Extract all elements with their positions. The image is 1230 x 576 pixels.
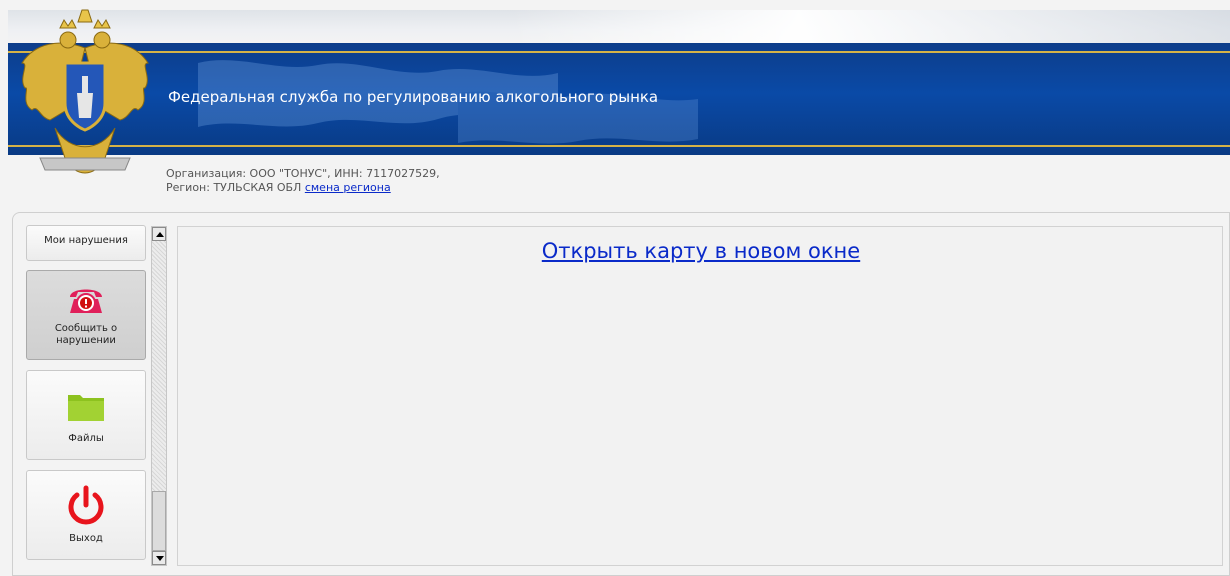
sidebar-item-logout[interactable]: Выход: [26, 470, 146, 560]
sidebar-item-report-violation[interactable]: Сообщить о нарушении: [26, 270, 146, 360]
sidebar-item-label: Мои нарушения: [44, 235, 128, 246]
organization-info: Организация: ООО "ТОНУС", ИНН: 711702752…: [166, 167, 440, 195]
sidebar-item-label: Сообщить о нарушении: [54, 323, 118, 346]
sidebar: Мои нарушения Сообщить о нарушении Файлы…: [26, 225, 147, 565]
arrow-up-icon: [156, 232, 164, 237]
arrow-down-icon: [156, 556, 164, 561]
header-banner: Федеральная служба по регулированию алко…: [8, 43, 1230, 155]
coat-of-arms-emblem: [21, 9, 149, 174]
change-region-link[interactable]: смена региона: [305, 181, 391, 194]
map-link-container: Открыть карту в новом окне: [178, 239, 1224, 263]
sidebar-scrollbar[interactable]: [151, 226, 167, 566]
sidebar-item-label: Выход: [69, 533, 103, 544]
region-line: Регион: ТУЛЬСКАЯ ОБЛ смена региона: [166, 181, 440, 195]
banner-gold-line-bottom: [8, 145, 1230, 147]
sidebar-item-my-violations[interactable]: Мои нарушения: [26, 225, 146, 261]
scroll-thumb[interactable]: [152, 491, 166, 551]
sidebar-item-files[interactable]: Файлы: [26, 370, 146, 460]
org-line: Организация: ООО "ТОНУС", ИНН: 711702752…: [166, 167, 440, 180]
content-area: Открыть карту в новом окне: [177, 226, 1223, 566]
page-header: Федеральная служба по регулированию алко…: [0, 0, 1230, 210]
power-icon: [68, 485, 104, 525]
open-map-link[interactable]: Открыть карту в новом окне: [542, 239, 860, 263]
scroll-up-button[interactable]: [152, 227, 166, 241]
region-text: Регион: ТУЛЬСКАЯ ОБЛ: [166, 181, 302, 194]
agency-title: Федеральная служба по регулированию алко…: [168, 88, 659, 106]
scroll-down-button[interactable]: [152, 551, 166, 565]
alert-phone-icon: [70, 289, 102, 313]
sidebar-item-label: Файлы: [68, 433, 104, 444]
header-top-strip: [8, 10, 1230, 43]
folder-icon: [68, 395, 104, 421]
